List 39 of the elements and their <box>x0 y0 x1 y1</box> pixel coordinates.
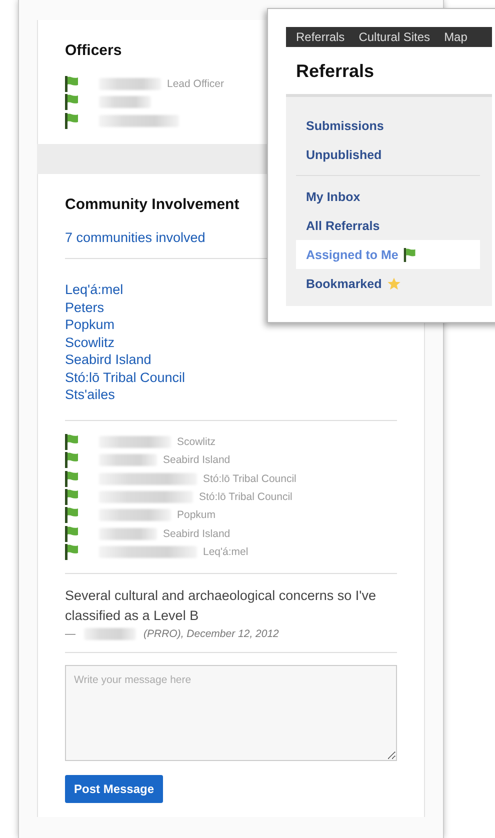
menu-item[interactable]: Unpublished <box>296 140 480 169</box>
menu-title: Referrals <box>296 61 376 82</box>
menu-item[interactable]: Assigned to Me <box>296 240 480 269</box>
section-title: Officers <box>65 42 122 59</box>
redacted-name <box>99 96 151 108</box>
community-link[interactable]: Stó:lō Tribal Council <box>65 368 397 386</box>
officer-role: Lead Officer <box>167 78 224 90</box>
menu-item[interactable]: Bookmarked <box>296 269 480 298</box>
nav-link[interactable]: Cultural Sites <box>358 30 430 44</box>
nav-link[interactable]: Map <box>444 30 468 44</box>
redacted-name <box>99 78 161 90</box>
contact-community: Popkum <box>177 509 216 522</box>
section-title: Community Involvement <box>65 196 240 213</box>
contact-community: Seabird Island <box>163 528 230 540</box>
contact-community: Seabird Island <box>163 454 230 466</box>
flag-icon <box>403 248 418 262</box>
contact-community: Leq'á:mel <box>203 546 248 558</box>
contact-community: Stó:lō Tribal Council <box>203 472 296 485</box>
community-link[interactable]: Seabird Island <box>65 351 397 369</box>
menu-item[interactable]: Submissions <box>296 111 480 140</box>
redacted-name <box>84 628 136 640</box>
redacted-name <box>99 509 171 522</box>
comment-meta: (PRRO), December 12, 2012 <box>144 628 279 640</box>
menu-item[interactable]: All Referrals <box>296 211 480 240</box>
redacted-name <box>99 436 171 448</box>
redacted-name <box>99 454 157 466</box>
star-icon <box>386 276 401 290</box>
menu-item[interactable]: My Inbox <box>296 182 480 211</box>
comment-text: Several cultural and archaeological concerns so I've classified as a Level B <box>65 586 378 625</box>
community-link[interactable]: Sts'ailes <box>65 386 397 404</box>
message-field[interactable]: Write your message here <box>65 664 397 761</box>
community-link[interactable]: Popkum <box>65 316 397 334</box>
redacted-name <box>99 528 157 540</box>
contact-community: Stó:lō Tribal Council <box>199 490 292 503</box>
contact-community: Scowlitz <box>177 436 216 448</box>
post-message-button[interactable]: Post Message <box>65 774 164 803</box>
byline-dash: — <box>65 628 76 640</box>
community-link[interactable]: Scowlitz <box>65 334 397 352</box>
nav-link[interactable]: Referrals <box>296 30 345 44</box>
